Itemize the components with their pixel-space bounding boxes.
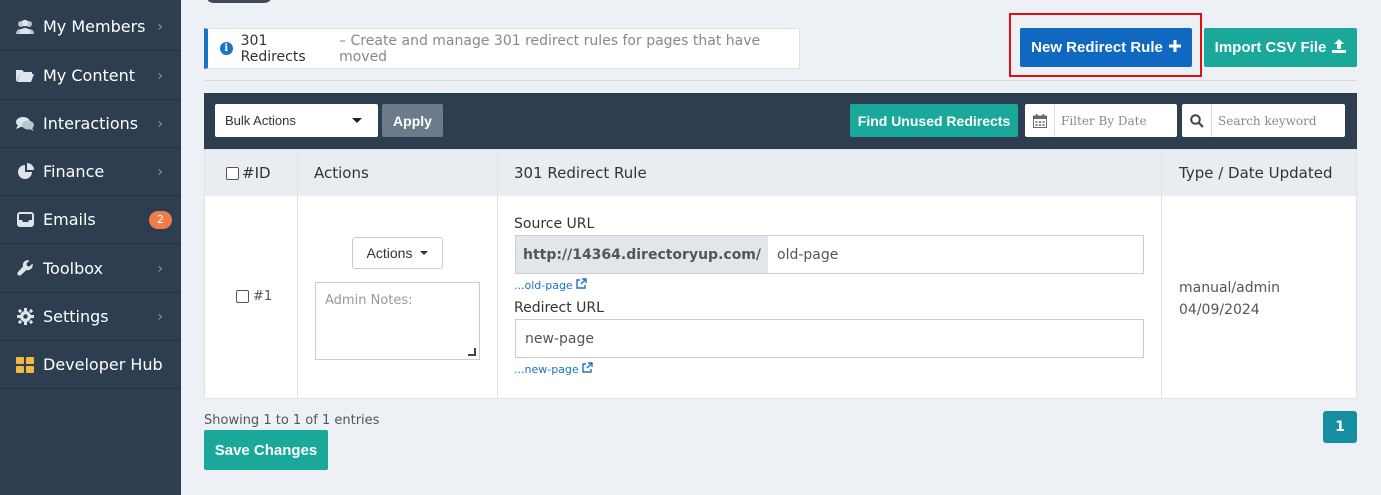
sidebar-item-label: Toolbox [43,259,103,278]
inbox-icon [14,212,36,227]
row-id-label: #1 [253,289,273,304]
sidebar-item-settings[interactable]: Settings › [0,293,181,341]
search-icon [1182,104,1212,137]
calendar-icon [1025,104,1055,137]
new-redirect-rule-label: New Redirect Rule [1031,39,1163,56]
bulk-actions-select[interactable]: Bulk Actions [215,104,378,137]
resize-grip-icon[interactable] [468,348,476,356]
chevron-right-icon: › [157,115,163,132]
sidebar-item-label: Interactions [43,114,139,133]
chevron-right-icon: › [157,67,163,84]
external-link-icon [576,278,587,292]
sidebar-item-my-members[interactable]: My Members › [0,3,181,51]
pie-chart-icon [14,163,36,180]
row-actions-label: Actions [366,245,413,261]
sidebar-item-label: My Members [43,17,146,36]
filter-by-date-placeholder: Filter By Date [1061,113,1147,128]
save-changes-button[interactable]: Save Changes [204,430,328,470]
chevron-right-icon: › [157,260,163,277]
sidebar-item-finance[interactable]: Finance › [0,148,181,196]
redirects-table: #ID Actions 301 Redirect Rule Type / Dat… [204,149,1357,399]
sidebar-item-toolbox[interactable]: Toolbox › [0,245,181,293]
sidebar-item-label: Developer Hub [43,355,163,374]
pagination-page-1[interactable]: 1 [1323,411,1357,443]
sidebar-item-label: Finance [43,162,105,181]
sidebar-item-label: My Content [43,66,135,85]
header-type-date: Type / Date Updated [1179,164,1333,182]
plus-icon [1168,39,1181,56]
type-date-cell: manual/admin 04/09/2024 [1179,277,1280,321]
redirect-url-link-text: ...new-page [514,362,579,376]
sidebar-item-interactions[interactable]: Interactions › [0,100,181,148]
chevron-right-icon: › [157,308,163,325]
page-title: 301 Redirects [240,32,306,65]
redirect-url-field[interactable]: new-page [515,319,1144,358]
bulk-actions-value: Bulk Actions [225,113,296,128]
sidebar-item-my-content[interactable]: My Content › [0,52,181,100]
search-keyword-placeholder: Search keyword [1218,113,1317,128]
sidebar-item-label: Settings [43,307,109,326]
redirect-url-value: new-page [525,330,594,347]
header-actions: Actions [314,164,369,182]
search-keyword-field[interactable]: Search keyword [1182,104,1345,137]
apply-button[interactable]: Apply [382,104,443,137]
new-redirect-rule-button[interactable]: New Redirect Rule [1020,28,1192,67]
filter-by-date-field[interactable]: Filter By Date [1025,104,1177,137]
external-link-icon [581,362,593,376]
select-all-checkbox[interactable] [226,166,239,180]
row-actions-dropdown[interactable]: Actions [352,237,443,269]
caret-down-icon [352,118,362,123]
source-url-link-text: ...old-page [514,278,573,292]
admin-notes-textarea[interactable]: Admin Notes: [315,282,480,360]
chevron-right-icon: › [157,163,163,180]
page-description: – Create and manage 301 redirect rules f… [339,32,761,65]
page-info-banner: i 301 Redirects – Create and manage 301 … [204,28,800,69]
redirect-url-label: Redirect URL [514,300,604,316]
gear-icon [14,308,36,325]
comments-icon [14,116,36,132]
column-divider [497,150,498,398]
entries-count: Showing 1 to 1 of 1 entries [204,413,380,428]
find-unused-redirects-button[interactable]: Find Unused Redirects [850,104,1018,137]
top-tab-remnant [206,0,272,3]
source-url-prefix: http://14364.directoryup.com/ [516,236,769,273]
folder-icon [14,68,36,83]
source-url-value: old-page [777,246,839,263]
source-url-field[interactable]: http://14364.directoryup.com/ old-page [515,235,1144,274]
redirect-url-link[interactable]: ...new-page [514,362,593,376]
members-icon [14,19,36,35]
column-divider [1161,150,1162,398]
chevron-right-icon: › [157,18,163,35]
table-toolbar: Bulk Actions Apply Find Unused Redirects… [204,93,1357,149]
grid-icon [14,356,36,373]
header-id-label: #ID [242,164,271,182]
import-csv-button[interactable]: Import CSV File [1204,28,1357,67]
header-redirect-rule: 301 Redirect Rule [514,164,647,182]
divider [204,80,1357,81]
redirect-type: manual/admin [1179,280,1281,296]
sidebar-item-developer-hub[interactable]: Developer Hub [0,341,181,389]
unread-count-badge: 2 [149,210,172,229]
header-id: #ID [226,150,271,196]
wrench-icon [14,260,36,277]
sidebar-item-emails[interactable]: Emails 2 [0,196,181,244]
source-url-label: Source URL [514,216,595,232]
upload-icon [1332,38,1347,57]
info-icon: i [220,42,233,55]
row-checkbox[interactable] [236,290,249,303]
source-url-link[interactable]: ...old-page [514,278,587,292]
date-updated: 04/09/2024 [1179,302,1260,318]
sidebar-item-label: Emails [43,210,96,229]
admin-notes-placeholder: Admin Notes: [325,293,413,308]
caret-down-icon [420,251,429,255]
import-csv-label: Import CSV File [1214,39,1327,56]
column-divider [297,150,298,398]
table-row-id: #1 [236,289,272,304]
sidebar: My Members › My Content › Interactions ›… [0,0,181,495]
